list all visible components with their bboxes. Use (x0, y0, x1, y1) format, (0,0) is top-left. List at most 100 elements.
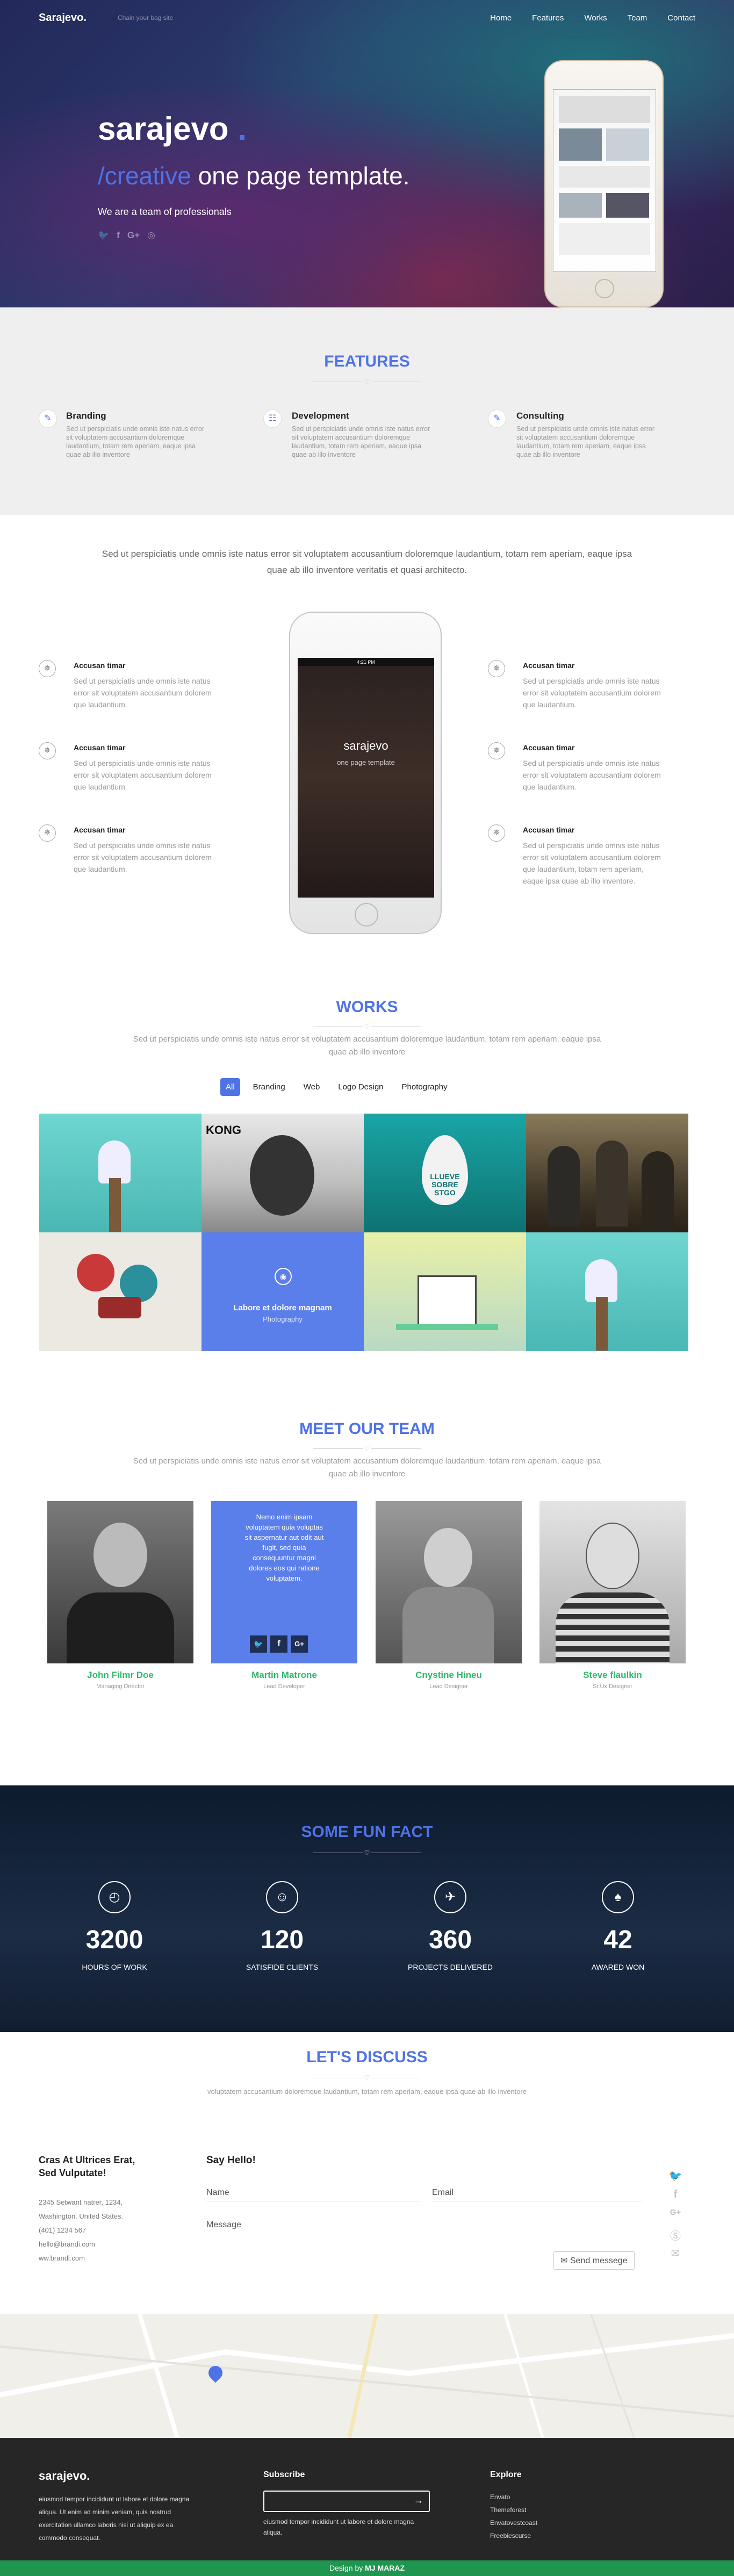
filter-logo-design[interactable]: Logo Design (333, 1078, 388, 1096)
arrow-right-icon[interactable]: → (414, 2495, 423, 2506)
portfolio-hover-title: Labore et dolore magnam (233, 1303, 332, 1312)
showcase-item-text: Sed ut perspiciatis unde omnis iste natu… (74, 677, 212, 709)
footer-brand[interactable]: sarajevo. (39, 2469, 90, 2483)
twitter-icon[interactable]: 🐦 (250, 1635, 267, 1653)
user-icon: ☺ (266, 1881, 298, 1913)
hero-title: sarajevo . (98, 111, 247, 147)
pencil-icon: ✎ (39, 410, 57, 428)
hero-phone-mockup (544, 60, 664, 307)
subscribe-heading: Subscribe (263, 2470, 305, 2479)
credit-name[interactable]: MJ MARAZ (365, 2564, 405, 2572)
credit-prefix: Design by (329, 2564, 363, 2572)
fun-fact-section: SOME FUN FACT ♡ ◴ 3200 HOURS OF WORK ☺ 1… (0, 1785, 734, 2032)
envelope-icon[interactable]: ✉ (667, 2247, 683, 2260)
feature-bullet-icon: ✵ (39, 742, 56, 759)
showcase-item-title: Accusan timar (523, 743, 575, 752)
showcase-intro: Sed ut perspiciatis unde omnis iste natu… (102, 549, 632, 575)
twitter-icon[interactable]: 🐦 (98, 230, 109, 241)
phone-home-button (355, 903, 378, 927)
fact-value: 120 (260, 1926, 304, 1954)
explore-heading: Explore (490, 2470, 522, 2479)
explore-link[interactable]: Envato (490, 2491, 537, 2503)
team-member-role: Sr.Ux Designer (593, 1683, 632, 1690)
nav-link-features[interactable]: Features (532, 13, 564, 23)
portfolio-item[interactable] (364, 1232, 526, 1351)
clock-icon: ◴ (98, 1881, 131, 1913)
portfolio-item[interactable] (526, 1114, 688, 1232)
dribbble-icon[interactable]: ◎ (147, 230, 155, 241)
nav-link-works[interactable]: Works (584, 13, 607, 23)
contact-section: LET'S DISCUSS ♡ voluptatem accusantium d… (0, 2032, 734, 2314)
skype-icon[interactable]: Ⓢ (667, 2227, 683, 2243)
portfolio-hover-category: Photography (263, 1315, 303, 1323)
filter-web[interactable]: Web (298, 1078, 326, 1096)
nav-link-team[interactable]: Team (628, 13, 647, 23)
contact-address: 2345 Setwant natrer, 1234, Washington. U… (39, 2198, 124, 2262)
company-name: Cras At Ultrices Erat, Sed Vulputate! (39, 2155, 135, 2178)
showcase-item-title: Accusan timar (74, 661, 126, 670)
team-member-photo[interactable] (539, 1501, 686, 1663)
nav-link-contact[interactable]: Contact (667, 13, 695, 23)
nav-menu: Home Features Works Team Contact (490, 13, 695, 23)
heart-icon: ♡ (363, 1023, 371, 1030)
portfolio-item[interactable] (39, 1114, 202, 1232)
nav-link-home[interactable]: Home (490, 13, 512, 23)
tile-text-llueve: LLUEVE SOBRE STGO (430, 1172, 460, 1197)
works-intro: Sed ut perspiciatis unde omnis iste natu… (133, 1035, 601, 1057)
team-intro: Sed ut perspiciatis unde omnis iste natu… (133, 1456, 601, 1479)
team-member-name: Martin Matrone (251, 1670, 317, 1680)
portfolio-item[interactable] (39, 1232, 202, 1351)
filter-all[interactable]: All (220, 1078, 240, 1096)
team-member-name: Cnystine Hineu (415, 1670, 482, 1680)
brand-logo[interactable]: Sarajevo. (39, 12, 87, 24)
send-message-button[interactable]: ✉ Send messege (553, 2251, 635, 2270)
feature-bullet-icon: ✵ (39, 660, 56, 677)
feature-text-development: Sed ut perspiciatis unde omnis iste natu… (292, 425, 430, 458)
team-member-photo[interactable] (376, 1501, 522, 1663)
showcase-item-text: Sed ut perspiciatis unde omnis iste natu… (523, 677, 661, 709)
phone-screen-brand: sarajevo (343, 739, 388, 752)
facebook-icon[interactable]: f (117, 230, 120, 241)
portfolio-item-hovered[interactable]: ◉ Labore et dolore magnam Photography (202, 1232, 364, 1351)
message-input[interactable]: Message (206, 2217, 643, 2233)
hero-tagline: We are a team of professionals (98, 206, 232, 217)
feature-bullet-icon: ✵ (488, 824, 505, 842)
google-plus-icon[interactable]: G+ (291, 1635, 308, 1653)
hero-subtitle: /creative one page template. (98, 162, 410, 190)
team-member-role: Lead Designer (429, 1683, 468, 1690)
name-input[interactable]: Name (206, 2185, 421, 2201)
team-member-photo-hovered[interactable]: Nemo enim ipsam voluptatem quia voluptas… (211, 1501, 357, 1663)
portfolio-item[interactable] (526, 1232, 688, 1351)
google-plus-icon[interactable]: G+ (127, 230, 140, 241)
explore-link[interactable]: Themeforest (490, 2503, 537, 2516)
filter-branding[interactable]: Branding (248, 1078, 291, 1096)
team-member-photo[interactable] (47, 1501, 193, 1663)
heart-icon: ♡ (363, 2074, 371, 2082)
showcase-item-text: Sed ut perspiciatis unde omnis iste natu… (523, 759, 661, 791)
portfolio-item[interactable]: KONG (202, 1114, 364, 1232)
view-icon[interactable]: ◉ (275, 1268, 292, 1285)
portfolio-item[interactable]: LLUEVE SOBRE STGO (364, 1114, 526, 1232)
team-member-name: Steve flaulkin (583, 1670, 642, 1680)
team-heading: MEET OUR TEAM (299, 1420, 435, 1438)
portfolio-filters: All Branding Web Logo Design Photography (220, 1078, 453, 1096)
location-map[interactable] (0, 2314, 734, 2438)
google-plus-icon[interactable]: G+ (667, 2208, 683, 2217)
fact-value: 3200 (85, 1926, 143, 1954)
footer-about: eiusmod tempor incididunt ut labore et d… (39, 2495, 190, 2542)
footer: sarajevo. eiusmod tempor incididunt ut l… (0, 2438, 734, 2560)
explore-link[interactable]: Freebiescurse (490, 2529, 537, 2542)
team-section: MEET OUR TEAM ♡ Sed ut perspiciatis unde… (0, 1397, 734, 1785)
facebook-icon[interactable]: f (270, 1635, 287, 1653)
feature-title-development: Development (292, 411, 349, 421)
subscribe-input[interactable]: → (263, 2491, 430, 2512)
showcase-item-text: Sed ut perspiciatis unde omnis iste natu… (74, 841, 212, 873)
showcase-phone-mockup: 4:21 PM sarajevo one page template (289, 612, 442, 934)
facebook-icon[interactable]: f (667, 2188, 683, 2201)
showcase-item-text: Sed ut perspiciatis unde omnis iste natu… (523, 841, 661, 885)
explore-link[interactable]: Envatovestcoast (490, 2516, 537, 2529)
twitter-icon[interactable]: 🐦 (667, 2169, 683, 2183)
email-input[interactable]: Email (432, 2185, 643, 2201)
filter-photography[interactable]: Photography (397, 1078, 453, 1096)
feature-bullet-icon: ✵ (488, 660, 505, 677)
